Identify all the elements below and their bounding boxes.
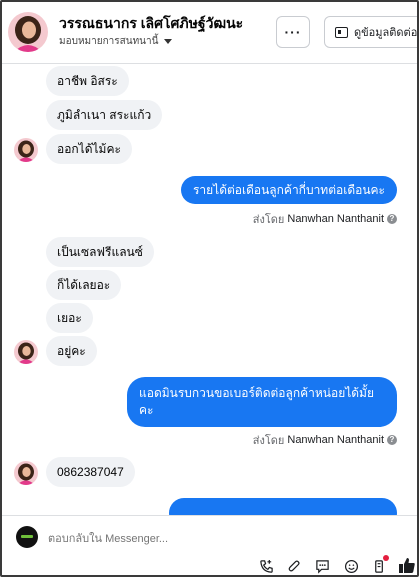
outgoing-message-partial	[169, 498, 397, 515]
reply-composer	[2, 515, 417, 575]
incoming-message: ภูมิลำเนา สระแก้ว	[46, 100, 163, 130]
incoming-message: อยู่คะ	[46, 336, 97, 366]
view-contact-label: ดูข้อมูลติดต่อ	[354, 27, 418, 39]
sender-name[interactable]: Nanwhan Nanthanit	[287, 213, 384, 225]
incoming-message: อาชีพ อิสระ	[46, 66, 129, 96]
sent-by-label: ส่งโดย Nanwhan Nanthanit ?	[253, 210, 397, 228]
emoji-icon[interactable]	[343, 558, 359, 574]
incoming-message: เป็นเซลฟรีแลนซ์	[46, 237, 154, 267]
more-icon: ···	[284, 24, 302, 40]
help-icon[interactable]: ?	[387, 214, 397, 224]
reply-input[interactable]	[48, 530, 348, 548]
conversation-header: วรรณธนากร เลิศโศภิษฐ์วัฒนะ มอบหมายการสนท…	[2, 2, 417, 64]
attachment-icon[interactable]	[286, 558, 302, 574]
contact-card-icon	[335, 26, 348, 38]
page-logo	[16, 526, 38, 548]
customer-name: วรรณธนากร เลิศโศภิษฐ์วัฒนะ	[59, 15, 244, 31]
caret-down-icon	[164, 39, 173, 44]
outgoing-message-line: แอดมินรบกวนขอเบอร์ติดต่อลูกค้าหน่อยได้มั…	[139, 386, 374, 400]
assign-label: มอบหมายการสนทนานี้	[59, 36, 159, 47]
incoming-message: เยอะ	[46, 303, 93, 333]
help-icon[interactable]: ?	[387, 435, 397, 445]
customer-avatar-small	[14, 461, 38, 485]
view-contact-button[interactable]: ดูข้อมูลติดต่อ	[324, 16, 418, 48]
like-icon[interactable]	[398, 556, 416, 574]
outgoing-message-line: คะ	[139, 403, 154, 417]
saved-reply-icon[interactable]	[314, 558, 330, 574]
outgoing-message: รายได้ต่อเดือนลูกค้ากี่บาทต่อเดือนคะ	[180, 176, 397, 204]
notification-dot	[383, 555, 389, 561]
message-thread[interactable]: อาชีพ อิสระ ภูมิลำเนา สระแก้ว ออกได้ไม้ค…	[2, 65, 417, 515]
customer-avatar-small	[14, 340, 38, 364]
sender-name[interactable]: Nanwhan Nanthanit	[287, 434, 384, 446]
more-button[interactable]: ···	[276, 16, 310, 48]
incoming-message: ออกได้ไม้คะ	[46, 134, 132, 164]
bookmark-icon[interactable]	[371, 555, 389, 574]
sent-by-prefix: ส่งโดย	[252, 214, 285, 226]
incoming-message: ก็ได้เลยอะ	[46, 270, 122, 300]
messenger-window: วรรณธนากร เลิศโศภิษฐ์วัฒนะ มอบหมายการสนท…	[0, 0, 419, 577]
incoming-message: 0862387047	[46, 457, 135, 487]
sent-by-prefix: ส่งโดย	[252, 435, 285, 447]
customer-avatar[interactable]	[8, 12, 48, 52]
outgoing-message: แอดมินรบกวนขอเบอร์ติดต่อลูกค้าหน่อยได้มั…	[127, 377, 397, 427]
phone-icon[interactable]	[258, 558, 274, 574]
assign-conversation-dropdown[interactable]: มอบหมายการสนทนานี้	[59, 34, 173, 49]
sent-by-label: ส่งโดย Nanwhan Nanthanit ?	[253, 431, 397, 449]
customer-avatar-small	[14, 138, 38, 162]
